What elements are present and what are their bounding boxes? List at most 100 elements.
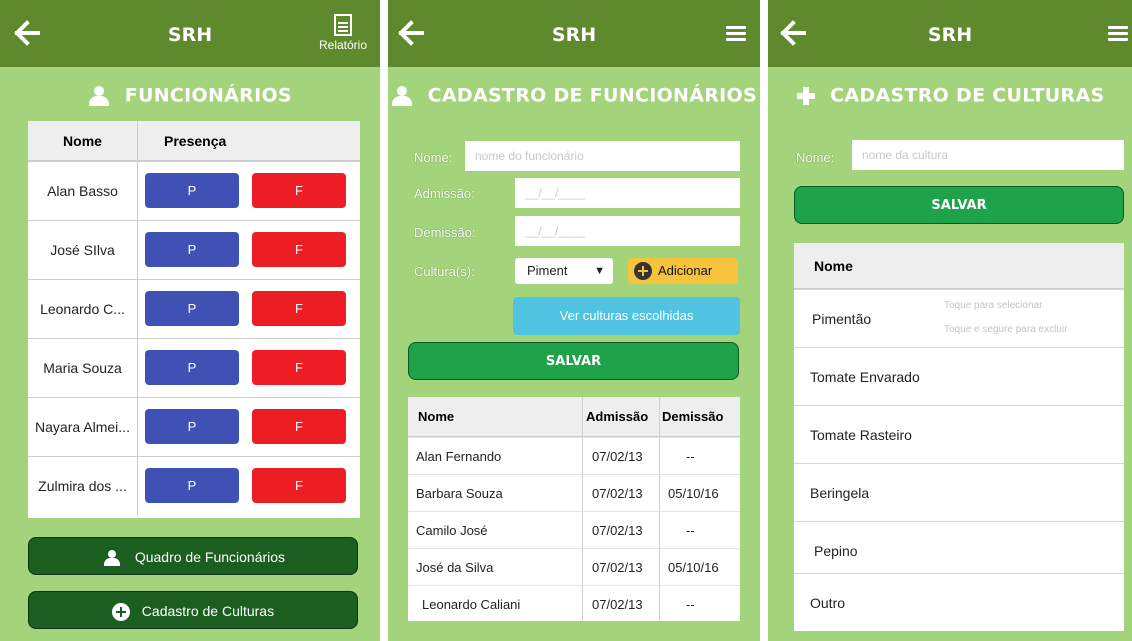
document-icon (334, 14, 352, 36)
report-button[interactable]: Relatório (312, 12, 374, 62)
cell-nome: Alan Fernando (416, 449, 502, 464)
employee-name: Nayara Almei... (28, 398, 138, 457)
cell-nome: José da Silva (416, 560, 494, 575)
crop-name-input[interactable]: nome da cultura (852, 140, 1124, 170)
employees-table: Nome Admissão Demissão Alan Fernando 07/… (408, 397, 740, 621)
add-circle-icon (634, 262, 652, 280)
name-label: Nome: (414, 150, 453, 165)
cell-nome: Camilo José (416, 523, 488, 538)
employees-screen: SRH Relatório FUNCIONÁRIOS Nome Presença… (0, 0, 380, 641)
list-item[interactable]: Pepino (794, 521, 1124, 579)
list-item[interactable]: Beringela (794, 463, 1124, 521)
employee-name: Maria Souza (28, 339, 138, 398)
crop-name: Tomate Rasteiro (810, 427, 912, 443)
absent-button[interactable]: F (252, 350, 346, 385)
page-heading: CADASTRO DE FUNCIONÁRIOS (388, 84, 760, 107)
table-row: Nayara Almei... P F (28, 397, 360, 457)
present-button[interactable]: P (145, 232, 239, 267)
crops-list: Nome Pimentão Toque para selecionar Toqu… (794, 243, 1124, 631)
table-row: Alan Basso P F (28, 161, 360, 221)
employee-name: Zulmira dos ... (28, 457, 138, 516)
employee-name: Alan Basso (28, 162, 138, 221)
crops-label: Cultura(s): (414, 264, 475, 279)
report-label: Relatório (318, 38, 368, 52)
crop-register-button[interactable]: Cadastro de Culturas (28, 591, 358, 629)
list-item[interactable]: Tomate Rasteiro (794, 405, 1124, 463)
person-icon (103, 550, 121, 567)
person-icon (391, 85, 413, 106)
plus-icon (796, 86, 815, 105)
cell-admissao: 07/02/13 (592, 449, 643, 464)
employee-register-screen: SRH CADASTRO DE FUNCIONÁRIOS Nome: nome … (388, 0, 760, 641)
absent-button[interactable]: F (252, 409, 346, 444)
cell-admissao: 07/02/13 (592, 486, 643, 501)
col-name: Nome (28, 121, 138, 161)
cell-demissao: -- (686, 597, 695, 612)
employee-name-input[interactable]: nome do funcionário (465, 141, 740, 171)
admission-date-input[interactable]: __/__/____ (515, 178, 740, 208)
cell-demissao: 05/10/16 (668, 560, 719, 575)
absent-button[interactable]: F (252, 468, 346, 503)
page-heading: CADASTRO DE CULTURAS (768, 84, 1132, 107)
present-button[interactable]: P (145, 173, 239, 208)
absent-button[interactable]: F (252, 173, 346, 208)
dismissal-date-input[interactable]: __/__/____ (515, 216, 740, 246)
list-item[interactable]: Tomate Envarado (794, 347, 1124, 405)
person-icon (88, 85, 110, 106)
cell-demissao: 05/10/16 (668, 486, 719, 501)
attendance-table: Nome Presença Alan Basso P F José SIlva … (28, 121, 360, 518)
list-header: Nome (794, 243, 1124, 289)
cell-nome: Barbara Souza (416, 486, 503, 501)
table-row: José SIlva P F (28, 220, 360, 280)
employee-name: José SIlva (28, 221, 138, 280)
menu-icon[interactable] (1108, 26, 1128, 42)
top-bar: SRH (768, 0, 1132, 67)
list-item[interactable]: Pimentão Toque para selecionar Toque e s… (794, 289, 1124, 347)
page-heading: FUNCIONÁRIOS (0, 84, 380, 107)
table-row[interactable]: Leonardo Caliani 07/02/13 -- (408, 585, 740, 622)
hint-select: Toque para selecionar (944, 300, 1043, 311)
app-title: SRH (551, 24, 597, 46)
app-title: SRH (927, 24, 973, 46)
table-header: Nome Presença (28, 121, 360, 161)
top-bar: SRH Relatório (0, 0, 380, 67)
col-nome: Nome (418, 409, 455, 424)
menu-icon[interactable] (726, 26, 746, 42)
absent-button[interactable]: F (252, 232, 346, 267)
name-label: Nome: (796, 150, 835, 165)
table-row: Maria Souza P F (28, 338, 360, 398)
cell-demissao: -- (686, 523, 695, 538)
save-button[interactable]: SALVAR (794, 186, 1124, 224)
cell-admissao: 07/02/13 (592, 560, 643, 575)
table-row[interactable]: José da Silva 07/02/13 05/10/16 (408, 548, 740, 585)
absent-button[interactable]: F (252, 291, 346, 326)
crop-name: Tomate Envarado (810, 369, 920, 385)
admission-label: Admissão: (414, 186, 475, 201)
present-button[interactable]: P (145, 468, 239, 503)
table-row[interactable]: Barbara Souza 07/02/13 05/10/16 (408, 474, 740, 511)
save-button[interactable]: SALVAR (408, 342, 739, 380)
table-header: Nome Admissão Demissão (408, 397, 740, 437)
present-button[interactable]: P (145, 409, 239, 444)
top-bar: SRH (388, 0, 760, 67)
present-button[interactable]: P (145, 291, 239, 326)
table-row[interactable]: Alan Fernando 07/02/13 -- (408, 437, 740, 474)
crop-select[interactable]: Piment ▼ (515, 258, 613, 284)
view-selected-crops-button[interactable]: Ver culturas escolhidas (513, 297, 740, 335)
col-presence: Presença (164, 133, 227, 149)
col-admissao: Admissão (586, 409, 649, 424)
crop-name: Beringela (810, 485, 870, 501)
dismissal-label: Demissão: (414, 225, 476, 240)
table-row[interactable]: Camilo José 07/02/13 -- (408, 511, 740, 548)
hint-delete: Toque e segure para excluir (944, 324, 1068, 335)
present-button[interactable]: P (145, 350, 239, 385)
add-crop-button[interactable]: Adicionar (628, 258, 738, 284)
employee-board-button[interactable]: Quadro de Funcionários (28, 537, 358, 575)
crop-name: Outro (810, 595, 846, 611)
col-demissao: Demissão (662, 409, 724, 424)
crop-name: Pimentão (812, 311, 872, 327)
cell-admissao: 07/02/13 (592, 597, 643, 612)
cell-nome: Leonardo Caliani (422, 597, 521, 612)
list-item[interactable]: Outro (794, 573, 1124, 631)
cell-admissao: 07/02/13 (592, 523, 643, 538)
